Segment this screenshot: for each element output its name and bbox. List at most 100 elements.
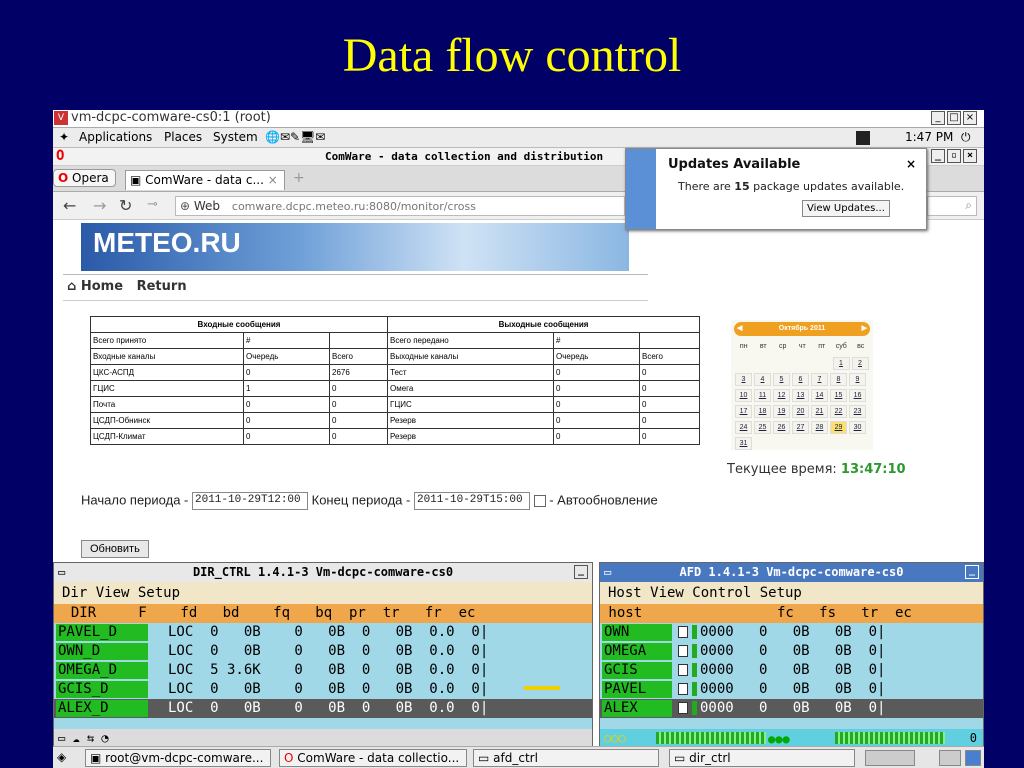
shutdown-icon[interactable]: ⏻ xyxy=(961,130,971,145)
calendar-day[interactable]: 29 xyxy=(830,421,847,434)
calendar-day[interactable]: 18 xyxy=(754,405,771,418)
search-icon[interactable]: ⌕ xyxy=(965,198,972,213)
host-status-box[interactable] xyxy=(678,683,688,695)
refresh-button[interactable]: Обновить xyxy=(81,540,149,558)
new-tab-icon[interactable]: + xyxy=(293,170,305,186)
minimize-button[interactable]: _ xyxy=(965,565,979,579)
calendar-day[interactable]: 11 xyxy=(754,389,771,402)
launcher-icons[interactable]: 🌐✉✎🖥✉ xyxy=(265,130,325,144)
calendar-day[interactable]: 16 xyxy=(849,389,866,402)
opera-maximize-button[interactable]: ▫ xyxy=(947,149,961,163)
task-dir-ctrl[interactable]: ▭ dir_ctrl xyxy=(669,749,855,767)
calendar-day[interactable]: 6 xyxy=(792,373,809,386)
back-icon[interactable]: ← xyxy=(63,196,76,215)
calendar-day[interactable]: 12 xyxy=(773,389,790,402)
forward-icon[interactable]: → xyxy=(93,196,106,215)
host-name[interactable]: OWN xyxy=(602,624,672,641)
workspace-switcher[interactable] xyxy=(865,750,915,766)
calendar-day[interactable]: 4 xyxy=(754,373,771,386)
task-afd-ctrl[interactable]: ▭ afd_ctrl xyxy=(473,749,659,767)
calendar-day[interactable]: 5 xyxy=(773,373,790,386)
calendar-day[interactable]: 23 xyxy=(849,405,866,418)
search-field[interactable]: ⌕ xyxy=(927,196,977,216)
host-name[interactable]: ALEX_D xyxy=(56,700,148,717)
calendar-day[interactable]: 2 xyxy=(851,357,869,370)
tab-close-icon[interactable]: × xyxy=(268,173,278,187)
network-icon[interactable] xyxy=(856,131,870,145)
reload-icon[interactable]: ↻ xyxy=(119,196,132,215)
return-link[interactable]: Return xyxy=(137,279,187,294)
host-status-box[interactable] xyxy=(678,626,688,638)
maximize-button[interactable]: □ xyxy=(947,111,961,125)
calendar-day[interactable]: 25 xyxy=(754,421,771,434)
calendar-day[interactable]: 24 xyxy=(735,421,752,434)
popup-close-icon[interactable]: × xyxy=(906,157,916,171)
host-name[interactable]: OMEGA xyxy=(602,643,672,660)
host-row[interactable]: PAVEL_D LOC 0 0B 0 0B 0 0B 0.0 0| xyxy=(54,623,592,642)
host-name[interactable]: GCIS_D xyxy=(56,681,148,698)
url-text[interactable]: comware.dcpc.meteo.ru:8080/monitor/cross xyxy=(232,200,476,213)
prev-month-icon[interactable]: ◀ xyxy=(737,322,742,336)
task-opera[interactable]: O ComWare - data collectio... xyxy=(279,749,467,767)
home-link[interactable]: Home xyxy=(81,279,123,294)
task-terminal[interactable]: ▣ root@vm-dcpc-comware... xyxy=(85,749,271,767)
workspace-button[interactable] xyxy=(939,750,961,766)
host-row[interactable]: GCIS_D LOC 0 0B 0 0B 0 0B 0.0 0| xyxy=(54,680,592,699)
status-icons[interactable]: ▭ ☁ ⇆ ◔ xyxy=(58,731,109,745)
host-status-box[interactable] xyxy=(678,702,688,714)
calendar-day[interactable]: 7 xyxy=(811,373,828,386)
key-icon[interactable]: ⊸ xyxy=(147,197,158,212)
calendar-day[interactable]: 14 xyxy=(811,389,828,402)
opera-menu-button[interactable]: O Opera xyxy=(53,169,116,187)
calendar-day[interactable]: 28 xyxy=(811,421,828,434)
next-month-icon[interactable]: ▶ xyxy=(862,322,867,336)
tab-comware[interactable]: ▣ ComWare - data c... × xyxy=(125,170,285,190)
window-menu-icon[interactable]: ▭ xyxy=(604,563,611,581)
host-name[interactable]: PAVEL xyxy=(602,681,672,698)
host-row[interactable]: ALEX_D LOC 0 0B 0 0B 0 0B 0.0 0| xyxy=(54,699,592,718)
minimize-button[interactable]: _ xyxy=(931,111,945,125)
window-menu-icon[interactable]: ▭ xyxy=(58,563,65,581)
system-menu[interactable]: System xyxy=(213,130,258,144)
calendar-day[interactable]: 26 xyxy=(773,421,790,434)
host-name[interactable]: PAVEL_D xyxy=(56,624,148,641)
host-status-box[interactable] xyxy=(678,645,688,657)
trash-icon[interactable] xyxy=(965,750,981,766)
calendar-day[interactable]: 20 xyxy=(792,405,809,418)
calendar-day[interactable]: 8 xyxy=(830,373,847,386)
autoupdate-checkbox[interactable] xyxy=(533,495,546,507)
calendar-day[interactable]: 3 xyxy=(735,373,752,386)
host-row[interactable]: OWN_D LOC 0 0B 0 0B 0 0B 0.0 0| xyxy=(54,642,592,661)
afd-menubar[interactable]: Host View Control Setup xyxy=(600,582,983,604)
host-row[interactable]: PAVEL 0000 0 0B 0B 0| xyxy=(600,680,983,699)
host-name[interactable]: OWN_D xyxy=(56,643,148,660)
opera-close-button[interactable]: × xyxy=(963,149,977,163)
period-start-input[interactable]: 2011-10-29T12:00 xyxy=(192,492,308,510)
calendar-day[interactable]: 31 xyxy=(735,437,752,450)
host-status-box[interactable] xyxy=(678,664,688,676)
period-end-input[interactable]: 2011-10-29T15:00 xyxy=(413,492,530,510)
calendar-day[interactable]: 17 xyxy=(735,405,752,418)
host-row[interactable]: OMEGA 0000 0 0B 0B 0| xyxy=(600,642,983,661)
host-name[interactable]: GCIS xyxy=(602,662,672,679)
host-name[interactable]: ALEX xyxy=(602,700,672,717)
calendar-day[interactable]: 9 xyxy=(849,373,866,386)
calendar-day[interactable]: 19 xyxy=(773,405,790,418)
minimize-button[interactable]: _ xyxy=(574,565,588,579)
host-row[interactable]: GCIS 0000 0 0B 0B 0| xyxy=(600,661,983,680)
calendar-day[interactable]: 15 xyxy=(830,389,847,402)
address-bar[interactable]: ⊕ Web comware.dcpc.meteo.ru:8080/monitor… xyxy=(175,196,625,216)
host-row[interactable]: ALEX 0000 0 0B 0B 0| xyxy=(600,699,983,718)
calendar-day[interactable]: 1 xyxy=(832,357,850,370)
host-row[interactable]: OMEGA_D LOC 5 3.6K 0 0B 0 0B 0.0 0| xyxy=(54,661,592,680)
view-updates-button[interactable]: View Updates... xyxy=(802,200,890,217)
close-button[interactable]: × xyxy=(963,111,977,125)
host-row[interactable]: OWN 0000 0 0B 0B 0| xyxy=(600,623,983,642)
dir-ctrl-menubar[interactable]: Dir View Setup xyxy=(54,582,592,604)
places-menu[interactable]: Places xyxy=(164,130,202,144)
clock[interactable]: 1:47 PM xyxy=(905,130,953,144)
opera-minimize-button[interactable]: _ xyxy=(931,149,945,163)
calendar-day[interactable]: 10 xyxy=(735,389,752,402)
calendar-day[interactable]: 22 xyxy=(830,405,847,418)
calendar-day[interactable]: 30 xyxy=(849,421,866,434)
